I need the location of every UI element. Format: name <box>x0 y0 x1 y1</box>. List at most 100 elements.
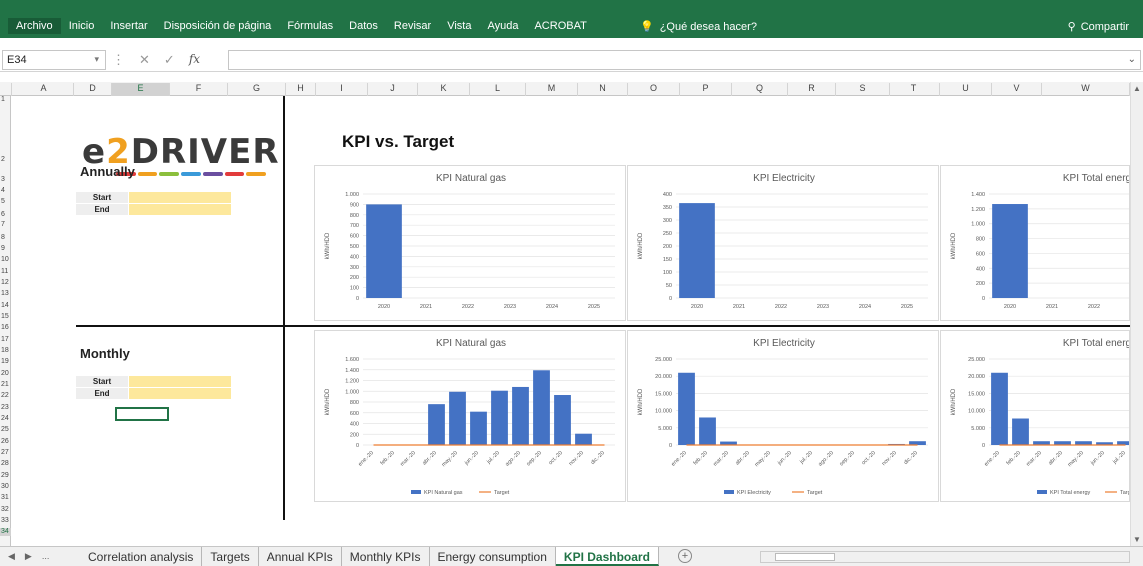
ribbon-tab-vista[interactable]: Vista <box>439 20 479 34</box>
column-header-o[interactable]: O <box>628 83 680 96</box>
annually-start-input[interactable] <box>129 192 231 203</box>
row-header-15[interactable]: 15 <box>0 313 11 321</box>
select-all-corner[interactable] <box>0 83 12 96</box>
sheet-tab-monthly-kpis[interactable]: Monthly KPIs <box>342 547 430 566</box>
column-header-v[interactable]: V <box>992 83 1042 96</box>
ribbon-tab-disposici-n-de-p-gina[interactable]: Disposición de página <box>156 20 280 34</box>
ribbon-tab-f-rmulas[interactable]: Fórmulas <box>279 20 341 34</box>
monthly-end-input[interactable] <box>129 388 231 399</box>
chart-monthly-electricity[interactable]: KPI Electricity kWh/HDD 0 5.000 10.000 15.000… <box>627 330 939 502</box>
column-header-d[interactable]: D <box>74 83 112 96</box>
function-icon[interactable]: fx <box>189 52 200 68</box>
ribbon-tab-inicio[interactable]: Inicio <box>61 20 103 34</box>
row-header-28[interactable]: 28 <box>0 460 11 468</box>
name-box[interactable]: E34 ▾ <box>2 50 106 70</box>
row-header-13[interactable]: 13 <box>0 290 11 298</box>
next-sheet-icon[interactable]: ▶ <box>25 551 32 562</box>
scroll-down-icon[interactable]: ▼ <box>1133 535 1141 544</box>
row-header-25[interactable]: 25 <box>0 426 11 434</box>
row-header-9[interactable]: 9 <box>0 245 11 253</box>
row-header-4[interactable]: 4 <box>0 187 11 195</box>
tell-me[interactable]: 💡 ¿Qué desea hacer? <box>640 20 757 34</box>
chart-annual-total-energy[interactable]: KPI Total energ kWh/HDD 0 200 400 600 800 1.000… <box>940 165 1130 321</box>
row-header-16[interactable]: 16 <box>0 324 11 332</box>
column-header-k[interactable]: K <box>418 83 470 96</box>
chart-monthly-natural-gas[interactable]: KPI Natural gas kWh/HDD 0 200 400 600 800 1.000… <box>314 330 626 502</box>
column-header-a[interactable]: A <box>14 83 74 96</box>
share-button[interactable]: ⚲ Compartir <box>1068 20 1129 34</box>
sheet-tab-annual-kpis[interactable]: Annual KPIs <box>259 547 342 566</box>
add-sheet-icon[interactable]: + <box>678 549 692 563</box>
column-header-p[interactable]: P <box>680 83 732 96</box>
ribbon-tab-datos[interactable]: Datos <box>341 20 386 34</box>
chart-monthly-total-energy[interactable]: KPI Total energ kWh/HDD 0 5.000 10.000 15.000… <box>940 330 1130 502</box>
row-header-29[interactable]: 29 <box>0 472 11 480</box>
column-header-n[interactable]: N <box>578 83 628 96</box>
row-header-21[interactable]: 21 <box>0 381 11 389</box>
sheet-tab-targets[interactable]: Targets <box>202 547 259 566</box>
ribbon-tab-ayuda[interactable]: Ayuda <box>479 20 526 34</box>
row-header-1[interactable]: 1 <box>0 96 11 104</box>
vertical-scrollbar[interactable]: ▲ ▼ <box>1130 82 1143 546</box>
chevron-down-icon[interactable]: ▾ <box>94 54 99 65</box>
row-header-34[interactable]: 34 <box>0 528 11 536</box>
row-header-2[interactable]: 2 <box>0 156 11 164</box>
column-header-q[interactable]: Q <box>732 83 788 96</box>
row-header-18[interactable]: 18 <box>0 347 11 355</box>
more-sheets[interactable]: ... <box>42 551 50 562</box>
column-header-g[interactable]: G <box>228 83 286 96</box>
row-header-8[interactable]: 8 <box>0 234 11 242</box>
chart-annual-electricity[interactable]: KPI Electricity kWh/HDD 0 50 100 150 200 250 300… <box>627 165 939 321</box>
column-header-f[interactable]: F <box>170 83 228 96</box>
expand-icon[interactable]: ⌄ <box>1128 54 1136 65</box>
row-header-10[interactable]: 10 <box>0 256 11 264</box>
scroll-thumb[interactable] <box>775 553 835 561</box>
chart-annual-natural-gas[interactable]: KPI Natural gas kWh/HDD 0 100 200 300 400 500 60… <box>314 165 626 321</box>
ribbon-tab-archivo[interactable]: Archivo <box>8 18 61 34</box>
row-header-32[interactable]: 32 <box>0 506 11 514</box>
column-header-i[interactable]: I <box>316 83 368 96</box>
row-header-5[interactable]: 5 <box>0 198 11 206</box>
column-header-r[interactable]: R <box>788 83 836 96</box>
enter-icon[interactable]: ✓ <box>164 52 175 68</box>
sheet-tab-kpi-dashboard[interactable]: KPI Dashboard <box>555 547 659 566</box>
row-header-7[interactable]: 7 <box>0 221 11 229</box>
formula-input[interactable]: ⌄ <box>228 50 1141 70</box>
row-header-23[interactable]: 23 <box>0 404 11 412</box>
row-header-3[interactable]: 3 <box>0 176 11 184</box>
row-header-22[interactable]: 22 <box>0 392 11 400</box>
row-header-33[interactable]: 33 <box>0 517 11 525</box>
row-header-14[interactable]: 14 <box>0 302 11 310</box>
column-header-l[interactable]: L <box>470 83 526 96</box>
ribbon-tab-insertar[interactable]: Insertar <box>102 20 155 34</box>
sheet-tab-energy-consumption[interactable]: Energy consumption <box>430 547 556 566</box>
ribbon-tab-revisar[interactable]: Revisar <box>386 20 439 34</box>
row-header-20[interactable]: 20 <box>0 370 11 378</box>
row-header-11[interactable]: 11 <box>0 268 11 276</box>
sheet-area[interactable]: e2DRIVER Annually Start End Monthly Star… <box>12 96 1130 546</box>
row-header-6[interactable]: 6 <box>0 211 11 219</box>
horizontal-scrollbar[interactable] <box>760 551 1130 563</box>
column-header-j[interactable]: J <box>368 83 418 96</box>
prev-sheet-icon[interactable]: ◀ <box>8 551 15 562</box>
row-header-30[interactable]: 30 <box>0 483 11 491</box>
row-header-27[interactable]: 27 <box>0 449 11 457</box>
row-header-17[interactable]: 17 <box>0 336 11 344</box>
annually-end-input[interactable] <box>129 204 231 215</box>
ribbon-tab-acrobat[interactable]: ACROBAT <box>526 20 594 34</box>
sheet-tab-correlation-analysis[interactable]: Correlation analysis <box>80 547 203 566</box>
column-header-e[interactable]: E <box>112 83 170 96</box>
monthly-start-input[interactable] <box>129 376 231 387</box>
row-header-19[interactable]: 19 <box>0 358 11 366</box>
column-header-w[interactable]: W <box>1042 83 1130 96</box>
selected-cell[interactable] <box>115 407 169 421</box>
row-header-24[interactable]: 24 <box>0 415 11 423</box>
column-header-s[interactable]: S <box>836 83 890 96</box>
cancel-icon[interactable]: ✕ <box>139 52 150 68</box>
column-header-u[interactable]: U <box>940 83 992 96</box>
column-header-t[interactable]: T <box>888 83 940 96</box>
row-header-12[interactable]: 12 <box>0 279 11 287</box>
column-header-m[interactable]: M <box>526 83 578 96</box>
column-header-h[interactable]: H <box>286 83 316 96</box>
row-header-26[interactable]: 26 <box>0 438 11 446</box>
